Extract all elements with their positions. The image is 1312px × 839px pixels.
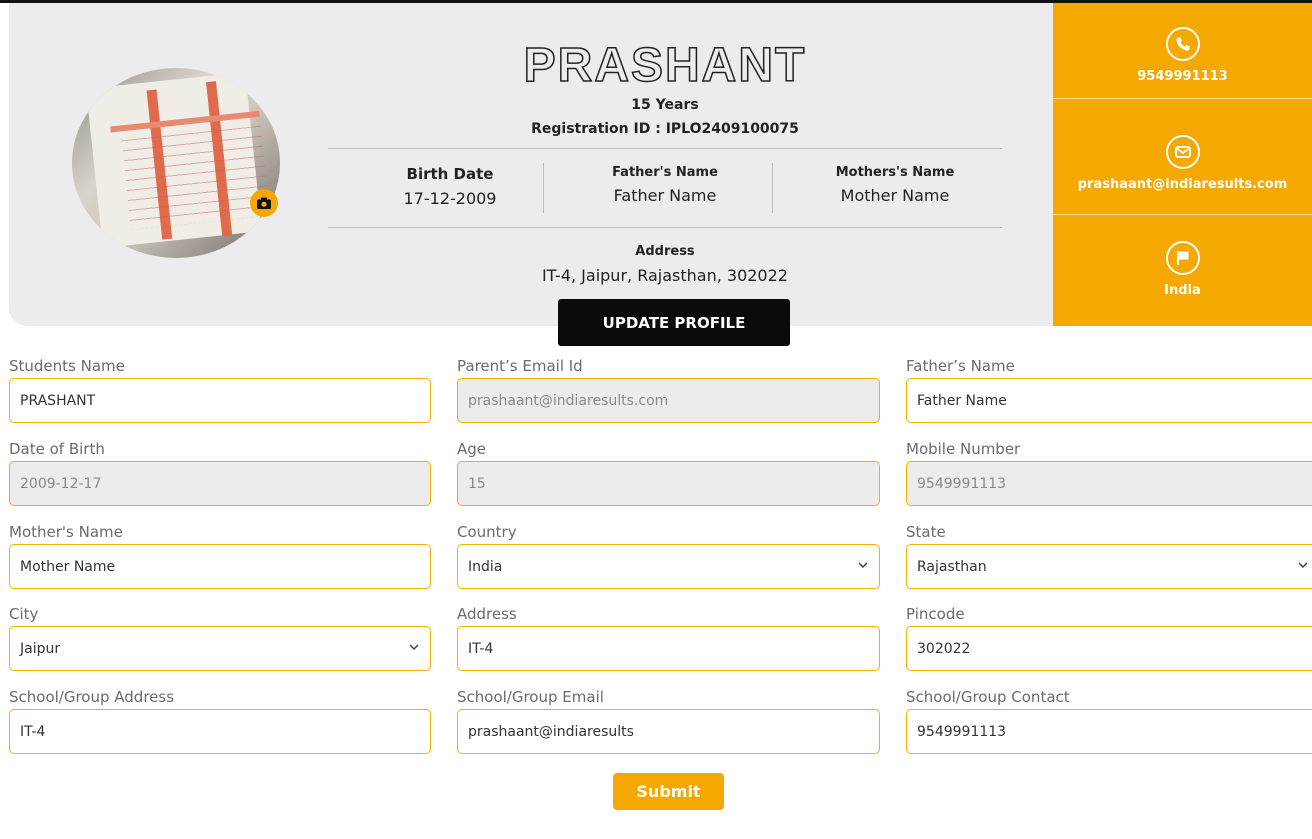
contact-phone[interactable]: 9549991113: [1053, 27, 1312, 84]
contact-phone-text: 9549991113: [1137, 69, 1228, 84]
state-select-value: Rajasthan: [917, 558, 987, 575]
mobile-number-input[interactable]: 9549991113: [906, 461, 1312, 506]
divider: [1053, 214, 1312, 215]
mother-name-block: Mothers's Name Mother Name: [800, 165, 990, 205]
phone-icon: [1165, 27, 1200, 61]
registration-id: Registration ID : IPLO2409100075: [531, 121, 799, 137]
students-name-input[interactable]: PRASHANT: [9, 378, 431, 423]
father-name-block: Father's Name Father Name: [570, 165, 760, 205]
contact-panel: 9549991113 prashaant@indiaresults.com In…: [1053, 3, 1312, 326]
update-profile-button[interactable]: UPDATE PROFILE: [558, 299, 790, 346]
state-label: State: [906, 523, 946, 541]
school-contact-label: School/Group Contact: [906, 688, 1070, 706]
contact-country-text: India: [1164, 283, 1201, 298]
divider: [543, 163, 544, 213]
divider: [1053, 98, 1312, 99]
birth-date-label: Birth Date: [406, 165, 494, 183]
mother-name-label: Mother's Name: [9, 523, 123, 541]
avatar-photo: [86, 72, 271, 248]
profile-age: 15 Years: [631, 97, 699, 113]
city-label: City: [9, 605, 39, 623]
age-label: Age: [457, 440, 487, 458]
contact-email[interactable]: prashaant@indiaresults.com: [1053, 135, 1312, 192]
mother-name-label: Mothers's Name: [835, 165, 955, 180]
dob-input[interactable]: 2009-12-17: [9, 461, 431, 506]
profile-name: PRASHANT: [523, 38, 807, 93]
father-name-input[interactable]: Father Name: [906, 378, 1312, 423]
pincode-input[interactable]: 302022: [906, 626, 1312, 671]
mobile-number-label: Mobile Number: [906, 440, 1021, 458]
city-select[interactable]: Jaipur: [9, 626, 431, 671]
school-contact-input[interactable]: 9549991113: [906, 709, 1312, 754]
country-select-value: India: [468, 558, 503, 575]
contact-email-text: prashaant@indiaresults.com: [1077, 177, 1288, 192]
chevron-down-icon: [409, 644, 419, 651]
address-field-label: Address: [457, 605, 517, 623]
school-email-input[interactable]: prashaant@indiaresults: [457, 709, 880, 754]
chevron-down-icon: [858, 562, 868, 569]
school-email-label: School/Group Email: [457, 688, 604, 706]
pincode-label: Pincode: [906, 605, 965, 623]
students-name-label: Students Name: [9, 357, 125, 375]
mail-icon: [1165, 135, 1200, 169]
state-select[interactable]: Rajasthan: [906, 544, 1312, 589]
chevron-down-icon: [1298, 562, 1308, 569]
country-label: Country: [457, 523, 517, 541]
parent-email-input[interactable]: prashaant@indiaresults.com: [457, 378, 880, 423]
parent-email-label: Parent’s Email Id: [457, 357, 583, 375]
address-input[interactable]: IT-4: [457, 626, 880, 671]
address-value: IT-4, Jaipur, Rajasthan, 302022: [542, 266, 788, 285]
dob-label: Date of Birth: [9, 440, 105, 458]
submit-button[interactable]: Submit: [613, 773, 724, 810]
avatar: [72, 68, 280, 258]
city-select-value: Jaipur: [20, 640, 61, 657]
birth-date-block: Birth Date 17-12-2009: [370, 165, 530, 208]
mother-name-input[interactable]: Mother Name: [9, 544, 431, 589]
age-input[interactable]: 15: [457, 461, 880, 506]
father-name-value: Father Name: [613, 186, 717, 205]
camera-icon[interactable]: [250, 189, 278, 217]
divider: [772, 163, 773, 213]
birth-date-value: 17-12-2009: [403, 189, 497, 208]
contact-country[interactable]: India: [1053, 241, 1312, 298]
address-label: Address: [635, 244, 695, 259]
mother-name-value: Mother Name: [840, 186, 950, 205]
divider: [328, 148, 1002, 149]
flag-icon: [1165, 241, 1200, 275]
school-address-label: School/Group Address: [9, 688, 175, 706]
father-name-label: Father's Name: [612, 165, 718, 180]
divider: [328, 227, 1002, 228]
country-select[interactable]: India: [457, 544, 880, 589]
school-address-input[interactable]: IT-4: [9, 709, 431, 754]
father-name-label: Father’s Name: [906, 357, 1015, 375]
